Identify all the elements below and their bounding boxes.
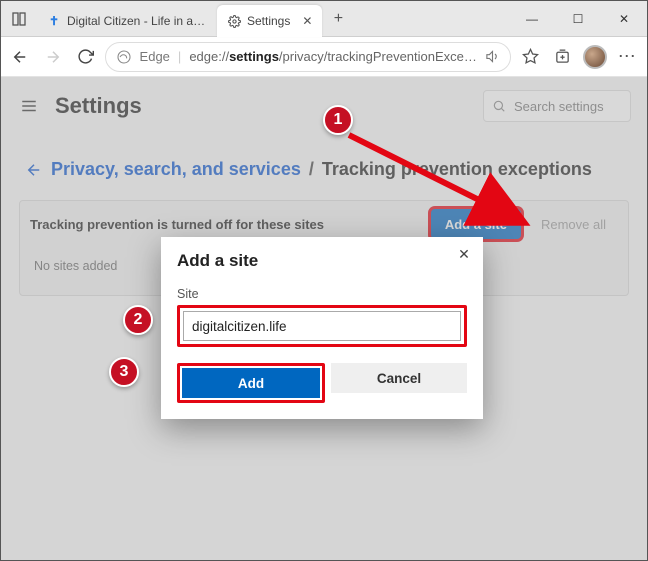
dialog-close-icon[interactable]: ✕ (453, 243, 475, 265)
address-bar[interactable]: Edge | edge://settings/privacy/trackingP… (105, 42, 511, 72)
site-input[interactable] (183, 311, 461, 341)
tab-title: Digital Citizen - Life in a digital w (67, 14, 207, 28)
add-site-dialog: ✕ Add a site Site Add Cancel (161, 237, 483, 419)
breadcrumb: Privacy, search, and services / Tracking… (1, 135, 647, 194)
maximize-button[interactable]: ☐ (555, 1, 601, 37)
edge-icon (116, 49, 132, 65)
profile-avatar[interactable] (582, 41, 609, 73)
breadcrumb-back-icon[interactable] (25, 161, 43, 179)
annotation-badge-3: 3 (109, 357, 139, 387)
site-field-label: Site (177, 287, 467, 301)
minimize-button[interactable]: — (509, 1, 555, 37)
forward-button (40, 41, 67, 73)
separator: | (178, 49, 181, 64)
refresh-button[interactable] (72, 41, 99, 73)
page-body: Settings Search settings Privacy, search… (1, 77, 647, 560)
read-aloud-icon[interactable] (485, 49, 500, 64)
tab-title: Settings (247, 14, 290, 28)
tab-actions-icon[interactable] (1, 1, 37, 36)
favorites-icon[interactable] (517, 41, 544, 73)
add-button[interactable]: Add (182, 368, 320, 398)
new-tab-button[interactable]: + (322, 1, 354, 36)
annotation-badge-1: 1 (323, 105, 353, 135)
section-message: Tracking prevention is turned off for th… (30, 217, 324, 232)
url-text: edge://settings/privacy/trackingPreventi… (189, 49, 477, 64)
close-window-button[interactable]: ✕ (601, 1, 647, 37)
breadcrumb-sep: / (309, 159, 314, 180)
tab-active[interactable]: Settings ✕ (217, 5, 322, 37)
page-title: Settings (55, 93, 142, 119)
remove-all-button[interactable]: Remove all (529, 209, 618, 239)
close-tab-icon[interactable]: ✕ (302, 14, 312, 28)
annotation-arrow (331, 117, 541, 237)
gear-icon (227, 14, 241, 28)
menu-icon[interactable] (17, 94, 41, 118)
dialog-title: Add a site (177, 251, 467, 271)
tab-inactive[interactable]: ✝ Digital Citizen - Life in a digital w (37, 5, 217, 37)
favicon-cross-icon: ✝ (47, 14, 61, 28)
titlebar: ✝ Digital Citizen - Life in a digital w … (1, 1, 647, 37)
breadcrumb-link[interactable]: Privacy, search, and services (51, 159, 301, 180)
window-controls: — ☐ ✕ (509, 1, 647, 36)
cancel-button[interactable]: Cancel (331, 363, 467, 393)
collections-icon[interactable] (549, 41, 576, 73)
toolbar: Edge | edge://settings/privacy/trackingP… (1, 37, 647, 77)
search-placeholder: Search settings (514, 99, 604, 114)
back-button[interactable] (7, 41, 34, 73)
source-label: Edge (140, 49, 170, 64)
annotation-badge-2: 2 (123, 305, 153, 335)
more-icon[interactable]: ⋯ (614, 41, 641, 73)
search-icon (492, 99, 506, 113)
